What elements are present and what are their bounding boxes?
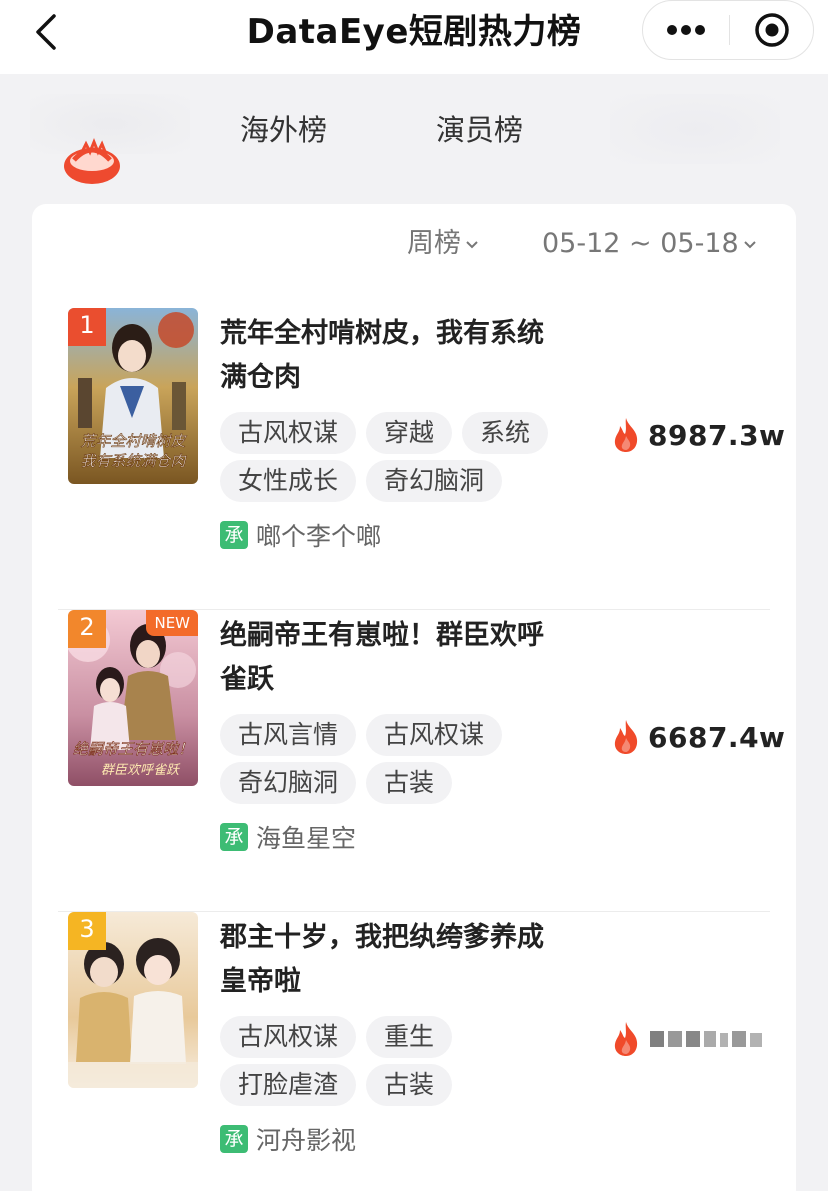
tab-actors[interactable]: 演员榜	[436, 108, 523, 152]
tag-list: 古风权谋 穿越 系统女性成长 奇幻脑洞	[220, 412, 580, 508]
heat-value-loading	[650, 1031, 762, 1047]
period-label: 周榜	[407, 228, 461, 259]
date-range-label: 05-12 ~ 05-18	[542, 228, 739, 259]
filter-bar: 周榜 05-12 ~ 05-18	[32, 222, 796, 266]
new-badge: NEW	[146, 610, 198, 636]
tag[interactable]: 系统	[462, 412, 549, 454]
tag[interactable]: 打脸虐渣	[220, 1064, 357, 1106]
tag[interactable]: 奇幻脑洞	[366, 460, 503, 502]
svg-text:我有系统满仓肉: 我有系统满仓肉	[80, 452, 187, 470]
tag-list: 古风权谋 重生打脸虐渣 古装	[220, 1016, 580, 1112]
list-item[interactable]: 绝嗣帝王有崽啦！ 群臣欢呼雀跃 2 NEW 绝嗣帝王有崽啦！群臣欢呼雀跃 古风言…	[32, 610, 796, 912]
rank-badge: 2	[68, 610, 106, 648]
tag-list: 古风言情 古风权谋奇幻脑洞 古装	[220, 714, 580, 810]
tab-overseas[interactable]: 海外榜	[240, 108, 327, 152]
flame-icon	[614, 1022, 638, 1056]
blurred-tab-right	[610, 94, 780, 164]
more-dots-icon	[667, 25, 705, 35]
svg-text:荒年全村啃树皮: 荒年全村啃树皮	[80, 432, 187, 450]
ranking-tabs: 海外榜 演员榜	[0, 74, 828, 200]
list-item[interactable]: 3 郡主十岁，我把纨绔爹养成皇帝啦 古风权谋 重生打脸虐渣 古装 承 河舟影视	[32, 912, 796, 1191]
tag[interactable]: 古风权谋	[366, 714, 503, 756]
producer-name: 啷个李个啷	[256, 522, 382, 551]
heat-value: 6687.4w	[648, 720, 786, 754]
producer-badge: 承	[220, 823, 248, 851]
producer-badge: 承	[220, 1125, 248, 1153]
more-button[interactable]	[643, 1, 729, 59]
producer-badge: 承	[220, 521, 248, 549]
tag[interactable]: 古装	[366, 1064, 453, 1106]
tag[interactable]: 古风言情	[220, 714, 357, 756]
producer-name: 河舟影视	[256, 1126, 357, 1155]
flame-icon	[614, 720, 638, 754]
tag[interactable]: 奇幻脑洞	[220, 762, 357, 804]
drama-title[interactable]: 绝嗣帝王有崽啦！群臣欢呼雀跃	[220, 614, 570, 702]
drama-title[interactable]: 荒年全村啃树皮，我有系统满仓肉	[220, 312, 570, 400]
tag[interactable]: 古风权谋	[220, 412, 357, 454]
producer-name: 海鱼星空	[256, 824, 357, 853]
drama-poster[interactable]: 荒年全村啃树皮 我有系统满仓肉 1	[68, 308, 198, 484]
svg-text:绝嗣帝王有崽啦！: 绝嗣帝王有崽啦！	[73, 740, 193, 758]
date-range-select[interactable]: 05-12 ~ 05-18	[542, 222, 757, 266]
chevron-down-icon	[466, 240, 478, 248]
heat-score	[610, 1018, 766, 1060]
ranking-card: 周榜 05-12 ~ 05-18 荒年全村啃树皮 我有系统满仓肉 1 荒年全村啃…	[32, 204, 796, 1191]
flame-icon	[614, 418, 638, 452]
heat-score: 8987.3w	[610, 414, 785, 456]
tag[interactable]: 重生	[366, 1016, 453, 1058]
hot-logo-icon[interactable]	[60, 130, 124, 190]
target-circle-icon	[755, 13, 789, 47]
tag[interactable]: 女性成长	[220, 460, 357, 502]
tag[interactable]: 古风权谋	[220, 1016, 357, 1058]
tag[interactable]: 古装	[366, 762, 453, 804]
tag[interactable]: 穿越	[366, 412, 453, 454]
producer[interactable]: 承 海鱼星空	[220, 820, 356, 854]
producer[interactable]: 承 啷个李个啷	[220, 518, 381, 552]
mini-program-capsule	[642, 0, 814, 60]
rank-badge: 3	[68, 912, 106, 950]
chevron-down-icon	[743, 240, 756, 248]
producer[interactable]: 承 河舟影视	[220, 1122, 356, 1156]
drama-poster[interactable]: 3	[68, 912, 198, 1088]
list-item[interactable]: 荒年全村啃树皮 我有系统满仓肉 1 荒年全村啃树皮，我有系统满仓肉 古风权谋 穿越…	[32, 308, 796, 610]
drama-title[interactable]: 郡主十岁，我把纨绔爹养成皇帝啦	[220, 916, 570, 1004]
rank-badge: 1	[68, 308, 106, 346]
close-mini-program-button[interactable]	[730, 1, 814, 59]
heat-value: 8987.3w	[648, 418, 786, 452]
svg-text:群臣欢呼雀跃: 群臣欢呼雀跃	[101, 763, 181, 778]
period-select[interactable]: 周榜	[407, 222, 479, 266]
heat-score: 6687.4w	[610, 716, 785, 758]
nav-bar: DataEye短剧热力榜	[0, 0, 828, 74]
drama-poster[interactable]: 绝嗣帝王有崽啦！ 群臣欢呼雀跃 2 NEW	[68, 610, 198, 786]
